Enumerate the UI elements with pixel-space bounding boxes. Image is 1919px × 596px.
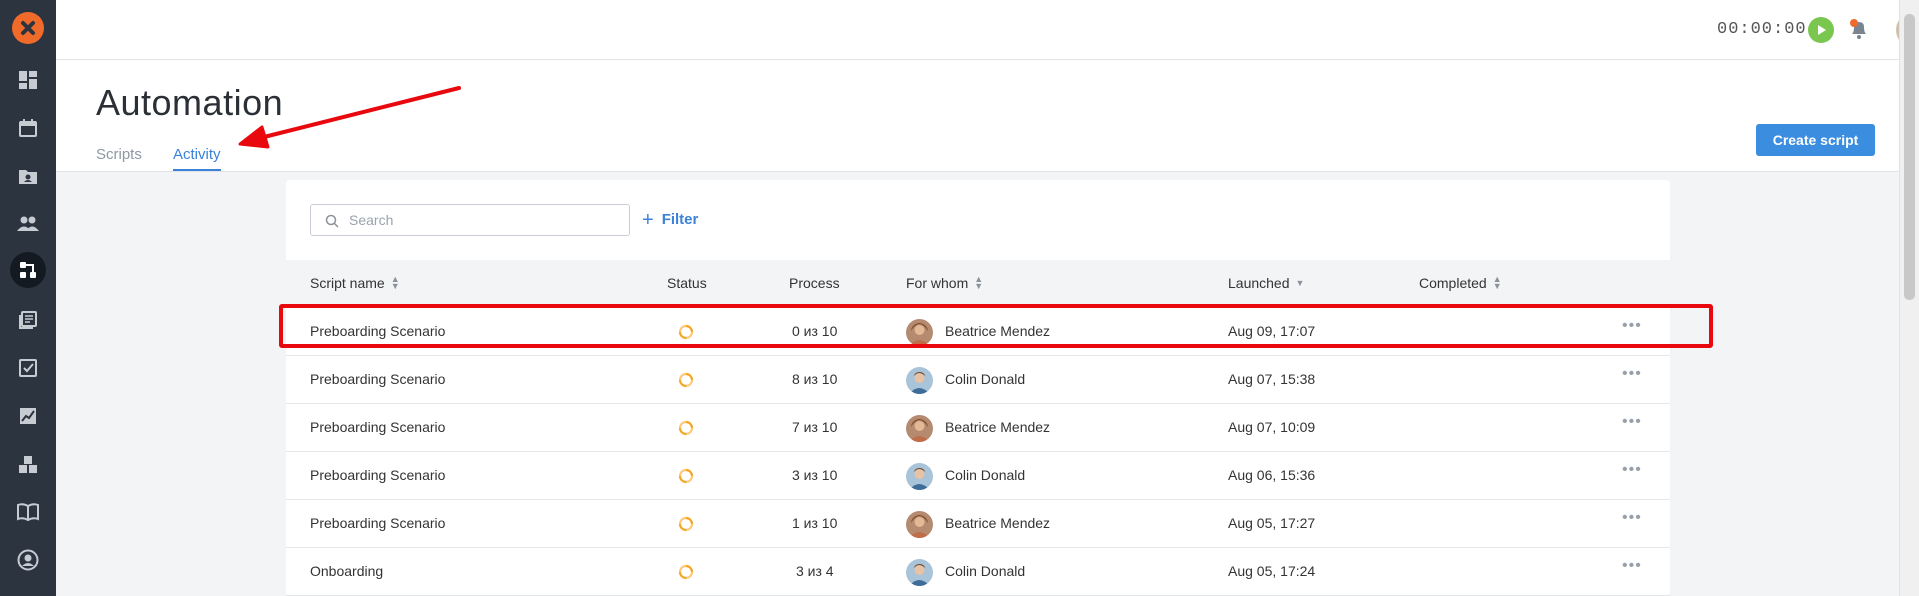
avatar (906, 367, 933, 394)
person-name[interactable]: Beatrice Mendez (945, 419, 1050, 435)
search-icon (325, 214, 339, 228)
highlight-box (279, 304, 1713, 348)
automation-icon[interactable] (10, 252, 46, 288)
more-options-icon[interactable]: ••• (1622, 461, 1642, 479)
process-count: 8 из 10 (792, 371, 838, 387)
person-name[interactable]: Beatrice Mendez (945, 515, 1050, 531)
dashboard-icon[interactable] (14, 66, 42, 94)
launched-date: Aug 05, 17:24 (1228, 563, 1316, 579)
sort-icon: ▲ ▼ (974, 274, 984, 291)
column-completed[interactable]: Completed ▲ ▼ (1419, 274, 1502, 292)
column-label: Script name (310, 275, 385, 291)
in-progress-icon (678, 468, 694, 484)
table-row[interactable]: Preboarding Scenario 8 из 10 Colin Donal… (286, 356, 1670, 404)
column-status: Status (667, 275, 707, 291)
column-label: Launched (1228, 275, 1290, 291)
script-name: Preboarding Scenario (310, 467, 446, 483)
more-options-icon[interactable]: ••• (1622, 413, 1642, 431)
inventory-icon[interactable] (14, 450, 42, 478)
launched-date: Aug 07, 15:38 (1228, 371, 1316, 387)
search-input[interactable] (349, 205, 619, 235)
sidebar (0, 0, 56, 596)
launched-date: Aug 05, 17:27 (1228, 515, 1316, 531)
person-name[interactable]: Colin Donald (945, 371, 1025, 387)
launched-date: Aug 07, 10:09 (1228, 419, 1316, 435)
avatar (906, 559, 933, 586)
column-label: For whom (906, 275, 969, 291)
analytics-icon[interactable] (14, 402, 42, 430)
person-name[interactable]: Colin Donald (945, 467, 1025, 483)
more-options-icon[interactable]: ••• (1622, 509, 1642, 527)
calendar-icon[interactable] (14, 114, 42, 142)
profile-icon[interactable] (14, 546, 42, 574)
logo-icon[interactable] (12, 12, 44, 44)
table-row[interactable]: Preboarding Scenario 3 из 10 Colin Donal… (286, 452, 1670, 500)
in-progress-icon (678, 420, 694, 436)
scrollbar-thumb[interactable] (1904, 14, 1915, 300)
play-icon[interactable] (1808, 17, 1834, 43)
table-row[interactable]: Preboarding Scenario 1 из 10 Beatrice Me… (286, 500, 1670, 548)
sort-icon: ▲ ▼ (1492, 274, 1502, 291)
avatar (906, 415, 933, 442)
table-row[interactable]: Onboarding 3 из 4 Colin Donald Aug 05, 1… (286, 548, 1670, 596)
in-progress-icon (678, 564, 694, 580)
process-count: 3 из 10 (792, 467, 838, 483)
folder-user-icon[interactable] (14, 162, 42, 190)
page-scrollbar[interactable] (1899, 0, 1919, 596)
page-title: Automation (96, 82, 284, 123)
column-process: Process (789, 275, 840, 291)
column-label: Status (667, 275, 707, 291)
search-box[interactable] (310, 204, 630, 236)
process-count: 3 из 4 (796, 563, 834, 579)
time-tracker: 00:00:00 (1717, 20, 1807, 39)
process-count: 7 из 10 (792, 419, 838, 435)
sort-desc-icon: ▼ (1295, 277, 1305, 288)
people-icon[interactable] (14, 210, 42, 238)
process-count: 1 из 10 (792, 515, 838, 531)
in-progress-icon (678, 372, 694, 388)
person-name[interactable]: Colin Donald (945, 563, 1025, 579)
plus-icon: + (642, 208, 654, 231)
launched-date: Aug 06, 15:36 (1228, 467, 1316, 483)
documents-icon[interactable] (14, 306, 42, 334)
column-launched[interactable]: Launched ▼ (1228, 275, 1304, 291)
knowledge-book-icon[interactable] (14, 498, 42, 526)
tab-scripts[interactable]: Scripts (96, 146, 142, 169)
column-label: Process (789, 275, 840, 291)
filter-label: Filter (661, 211, 699, 228)
top-bar: 00:00:00 (56, 0, 1919, 60)
create-script-button[interactable]: Create script (1756, 124, 1875, 156)
column-for-whom[interactable]: For whom ▲ ▼ (906, 274, 984, 292)
filter-button[interactable]: + Filter (642, 208, 699, 231)
notifications-icon[interactable] (1846, 16, 1872, 42)
avatar (906, 511, 933, 538)
script-name: Preboarding Scenario (310, 371, 446, 387)
script-name: Preboarding Scenario (310, 515, 446, 531)
in-progress-icon (678, 516, 694, 532)
page-header: Automation Scripts Activity Create scrip… (56, 60, 1899, 172)
more-options-icon[interactable]: ••• (1622, 557, 1642, 575)
script-name: Preboarding Scenario (310, 419, 446, 435)
avatar (906, 463, 933, 490)
tab-activity[interactable]: Activity (173, 146, 221, 171)
sort-icon: ▲ ▼ (390, 274, 400, 291)
column-label: Completed (1419, 275, 1487, 291)
activity-card: + Filter Script name ▲▼ Status Process F… (286, 180, 1670, 596)
column-script-name[interactable]: Script name ▲ ▼ (310, 274, 400, 292)
more-options-icon[interactable]: ••• (1622, 365, 1642, 383)
table-row[interactable]: Preboarding Scenario 7 из 10 Beatrice Me… (286, 404, 1670, 452)
tasks-icon[interactable] (14, 354, 42, 382)
script-name: Onboarding (310, 563, 384, 579)
table-header: Script name ▲ ▼ Status Process For whom ▲… (286, 260, 1670, 308)
